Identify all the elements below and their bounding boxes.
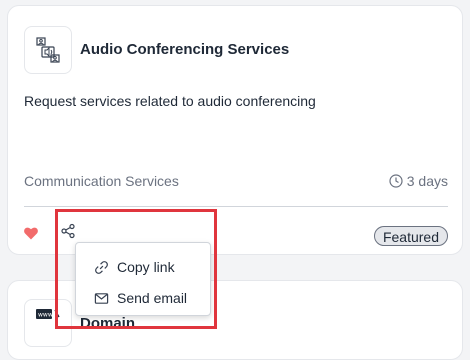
send-email-menu-item[interactable]: Send email: [94, 290, 187, 306]
card-category: Communication Services: [24, 173, 179, 189]
copy-link-label: Copy link: [117, 259, 175, 275]
share-menu: Copy link Send email: [75, 242, 211, 316]
card2-title[interactable]: Domain: [80, 315, 135, 332]
mail-icon: [94, 292, 109, 304]
divider: [24, 206, 448, 207]
service-card[interactable]: Audio Conferencing Services Request serv…: [7, 5, 463, 255]
favorite-heart-icon[interactable]: [23, 225, 39, 241]
duration-text: 3 days: [406, 173, 448, 189]
card-description: Request services related to audio confer…: [24, 93, 316, 109]
svg-text:www: www: [38, 312, 53, 319]
featured-badge: Featured: [373, 226, 448, 246]
service-icon-box-2: www: [24, 299, 72, 347]
share-icon[interactable]: [60, 223, 76, 239]
domain-icon: www: [36, 309, 60, 319]
clock-icon: [389, 174, 403, 188]
audio-conferencing-icon: [36, 37, 60, 63]
card-title[interactable]: Audio Conferencing Services: [80, 41, 289, 58]
link-icon: [95, 260, 108, 274]
copy-link-menu-item[interactable]: Copy link: [94, 259, 175, 275]
service-icon-box: [24, 26, 72, 74]
card-duration: 3 days: [389, 173, 448, 189]
send-email-label: Send email: [117, 290, 188, 306]
